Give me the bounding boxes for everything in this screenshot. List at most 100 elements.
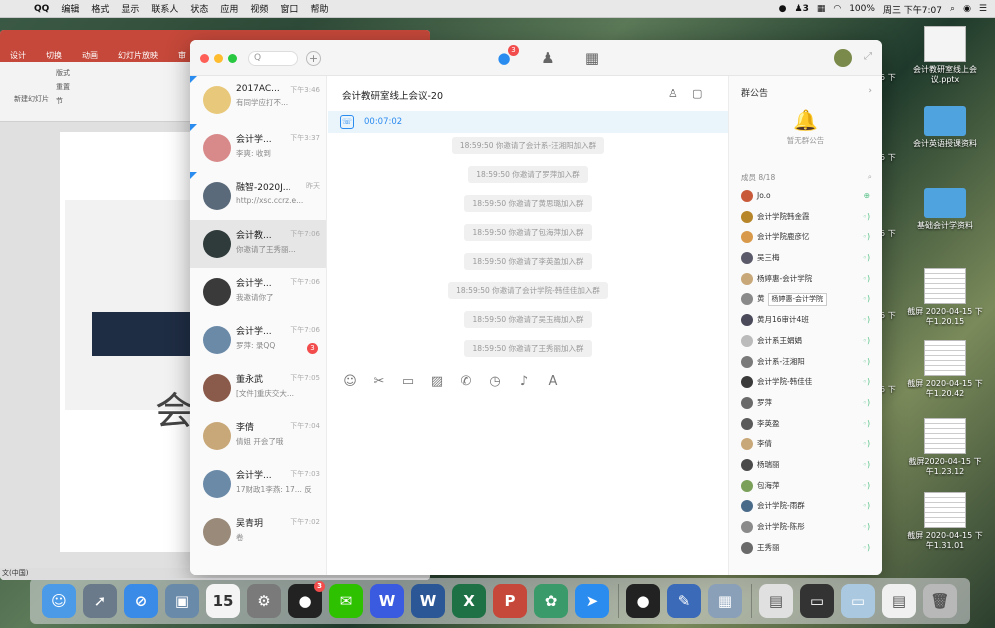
wifi-icon[interactable]: ◠ (833, 4, 841, 14)
member-item[interactable]: 王秀丽 ◦) (729, 538, 882, 559)
member-item[interactable]: 会计学院韩金霞 ◦) (729, 207, 882, 228)
excel-icon[interactable]: X (452, 584, 486, 618)
ppt-tab-slideshow[interactable]: 幻灯片放映 (118, 50, 158, 61)
conversation-item[interactable]: 会计学... 下午7:06 我邀请你了 (190, 268, 326, 316)
calendar-icon[interactable]: 15 (206, 584, 240, 618)
my-avatar[interactable] (834, 49, 852, 67)
menu-apps[interactable]: 应用 (220, 2, 238, 15)
qq-search-input[interactable]: Q (248, 51, 298, 66)
battery-indicator[interactable]: 100% (849, 4, 875, 14)
member-item[interactable]: 杨瑞丽 ◦) (729, 455, 882, 476)
image-icon[interactable]: ▨ (429, 374, 445, 389)
conversation-item[interactable]: 融智-2020J... 昨天 http://xsc.ccrz.e... (190, 172, 326, 220)
conversation-item[interactable]: 会计学... 下午7:06 罗萍: 录QQ 3 (190, 316, 326, 364)
menu-view[interactable]: 显示 (121, 2, 139, 15)
zoom-window-button[interactable] (228, 54, 237, 63)
menu-window[interactable]: 窗口 (280, 2, 298, 15)
ppt-tab-animations[interactable]: 动画 (82, 50, 98, 61)
emoji-icon[interactable]: ☺ (342, 374, 358, 389)
bell-icon[interactable]: ♪ (516, 374, 532, 389)
member-item[interactable]: 会计系王娟娟 ◦) (729, 331, 882, 352)
member-item[interactable]: 会计学院-韩佳佳 ◦) (729, 372, 882, 393)
expand-icon[interactable]: ⤢ (864, 51, 872, 62)
member-item[interactable]: 会计学院鹿彦忆 ◦) (729, 227, 882, 248)
member-item[interactable]: 罗萍 ◦) (729, 393, 882, 414)
wechat-icon[interactable]: ✉ (329, 584, 363, 618)
powerpoint-icon[interactable]: P (493, 584, 527, 618)
member-item[interactable]: 黄月16审计4班 ◦) (729, 310, 882, 331)
notification-count[interactable]: ♟3 (794, 4, 808, 14)
conversation-item[interactable]: 2017AC... 下午3:46 有同学应打不... (190, 76, 326, 124)
member-item[interactable]: 李倩 ◦) (729, 434, 882, 455)
files-stack-icon[interactable]: ▤ (882, 584, 916, 618)
phone-icon[interactable]: ✆ (458, 374, 474, 389)
clock-icon[interactable]: ◷ (487, 374, 503, 389)
close-window-button[interactable] (200, 54, 209, 63)
new-slide-button[interactable]: 新建幻灯片 (14, 94, 49, 104)
photo-icon[interactable]: ▦ (708, 584, 742, 618)
qq-penguin-icon[interactable]: ● (626, 584, 660, 618)
siri-icon[interactable]: ◉ (963, 4, 971, 14)
qq-dock-icon[interactable]: ● 3 (288, 581, 325, 618)
member-item[interactable]: 会计系-汪湘阳 ◦) (729, 352, 882, 373)
chat-icon[interactable]: ● 3 (494, 45, 519, 68)
menu-format[interactable]: 格式 (91, 2, 109, 15)
memo-icon[interactable]: ✎ (667, 584, 701, 618)
apps-icon[interactable]: ▦ (582, 48, 602, 68)
trash-icon[interactable]: 🗑 (923, 584, 957, 618)
word-icon[interactable]: W (411, 584, 445, 618)
member-search-icon[interactable]: ⌕ (868, 172, 872, 182)
spotlight-icon[interactable]: ⌕ (950, 4, 955, 14)
minimize-window-button[interactable] (214, 54, 223, 63)
member-item[interactable]: 包海萍 ◦) (729, 476, 882, 497)
member-item[interactable]: 会计学院-雨群 ◦) (729, 496, 882, 517)
conversation-item[interactable]: 会计学... 下午7:03 17财政1李燕: 17... 反 (190, 460, 326, 508)
safari-icon[interactable]: ⊘ (124, 584, 158, 618)
call-bar[interactable]: ☏ 00:07:02 (328, 111, 728, 133)
group-notice-header[interactable]: 群公告 › (729, 76, 882, 104)
scissors-icon[interactable]: ✂ (371, 374, 387, 389)
system-preferences-icon[interactable]: ⚙ (247, 584, 281, 618)
conversation-item[interactable]: 李倩 下午7:04 倩姐 开会了哦 (190, 412, 326, 460)
desktop-file[interactable]: 截屏2020-04-15 下午1.23.12 (905, 418, 985, 477)
member-item[interactable]: 黄杨婷惠-会计学院 ◦) (729, 289, 882, 310)
layout-button[interactable]: 版式 (56, 68, 70, 78)
launchpad-icon[interactable]: ➚ (83, 584, 117, 618)
desktop-file[interactable]: 截屏 2020-04-15 下午1.31.01 (905, 492, 985, 551)
section-button[interactable]: 节 (56, 96, 63, 106)
conversation-item[interactable]: 吴青玥 下午7:02 卷 (190, 508, 326, 556)
qq-status-icon[interactable]: ● (779, 4, 787, 14)
tencent-meeting-icon[interactable]: ➤ (575, 584, 609, 618)
member-item[interactable]: 吴三梅 ◦) (729, 248, 882, 269)
add-member-icon[interactable]: ♙ (668, 87, 678, 100)
document-stack-icon[interactable]: ▤ (759, 584, 793, 618)
folder-icon[interactable]: ▭ (400, 374, 416, 389)
input-method-icon[interactable]: ▦ (817, 4, 826, 14)
menu-contacts[interactable]: 联系人 (151, 2, 178, 15)
conversation-item[interactable]: 会计学... 下午3:37 李爽: 收到 (190, 124, 326, 172)
window-icon[interactable]: ▢ (692, 87, 702, 100)
screenshot-stack-icon-2[interactable]: ▭ (841, 584, 875, 618)
ppt-tab-review[interactable]: 审 (178, 50, 186, 61)
finder-icon[interactable]: ☺ (42, 584, 76, 618)
clock[interactable]: 周三 下午7:07 (883, 3, 942, 16)
screenshot-stack-icon[interactable]: ▭ (800, 584, 834, 618)
desktop-file[interactable]: 基础会计学资料 (905, 188, 985, 231)
ppt-tab-transitions[interactable]: 切换 (46, 50, 62, 61)
add-button[interactable]: + (306, 51, 321, 66)
member-item[interactable]: Jo.o ⊕ (729, 186, 882, 207)
conversation-item[interactable]: 会计教... 下午7:06 你邀请了王秀丽... (190, 220, 326, 268)
reset-button[interactable]: 重置 (56, 82, 70, 92)
member-item[interactable]: 杨婷惠-会计学院 ◦) (729, 269, 882, 290)
desktop-file[interactable]: 截屏 2020-04-15 下午1.20.42 (905, 340, 985, 399)
ppt-tab-design[interactable]: 设计 (10, 50, 26, 61)
menu-app-name[interactable]: QQ (34, 4, 49, 14)
preview-icon[interactable]: ▣ (165, 584, 199, 618)
desktop-file[interactable]: 截屏 2020-04-15 下午1.20.15 (905, 268, 985, 327)
notification-center-icon[interactable]: ☰ (979, 4, 987, 14)
menu-edit[interactable]: 编辑 (61, 2, 79, 15)
menu-status[interactable]: 状态 (190, 2, 208, 15)
desktop-file[interactable]: 会计教研室线上会议.pptx (905, 26, 985, 85)
menu-video[interactable]: 视频 (250, 2, 268, 15)
conversation-item[interactable]: 董永武 下午7:05 [文件]重庆交大... (190, 364, 326, 412)
